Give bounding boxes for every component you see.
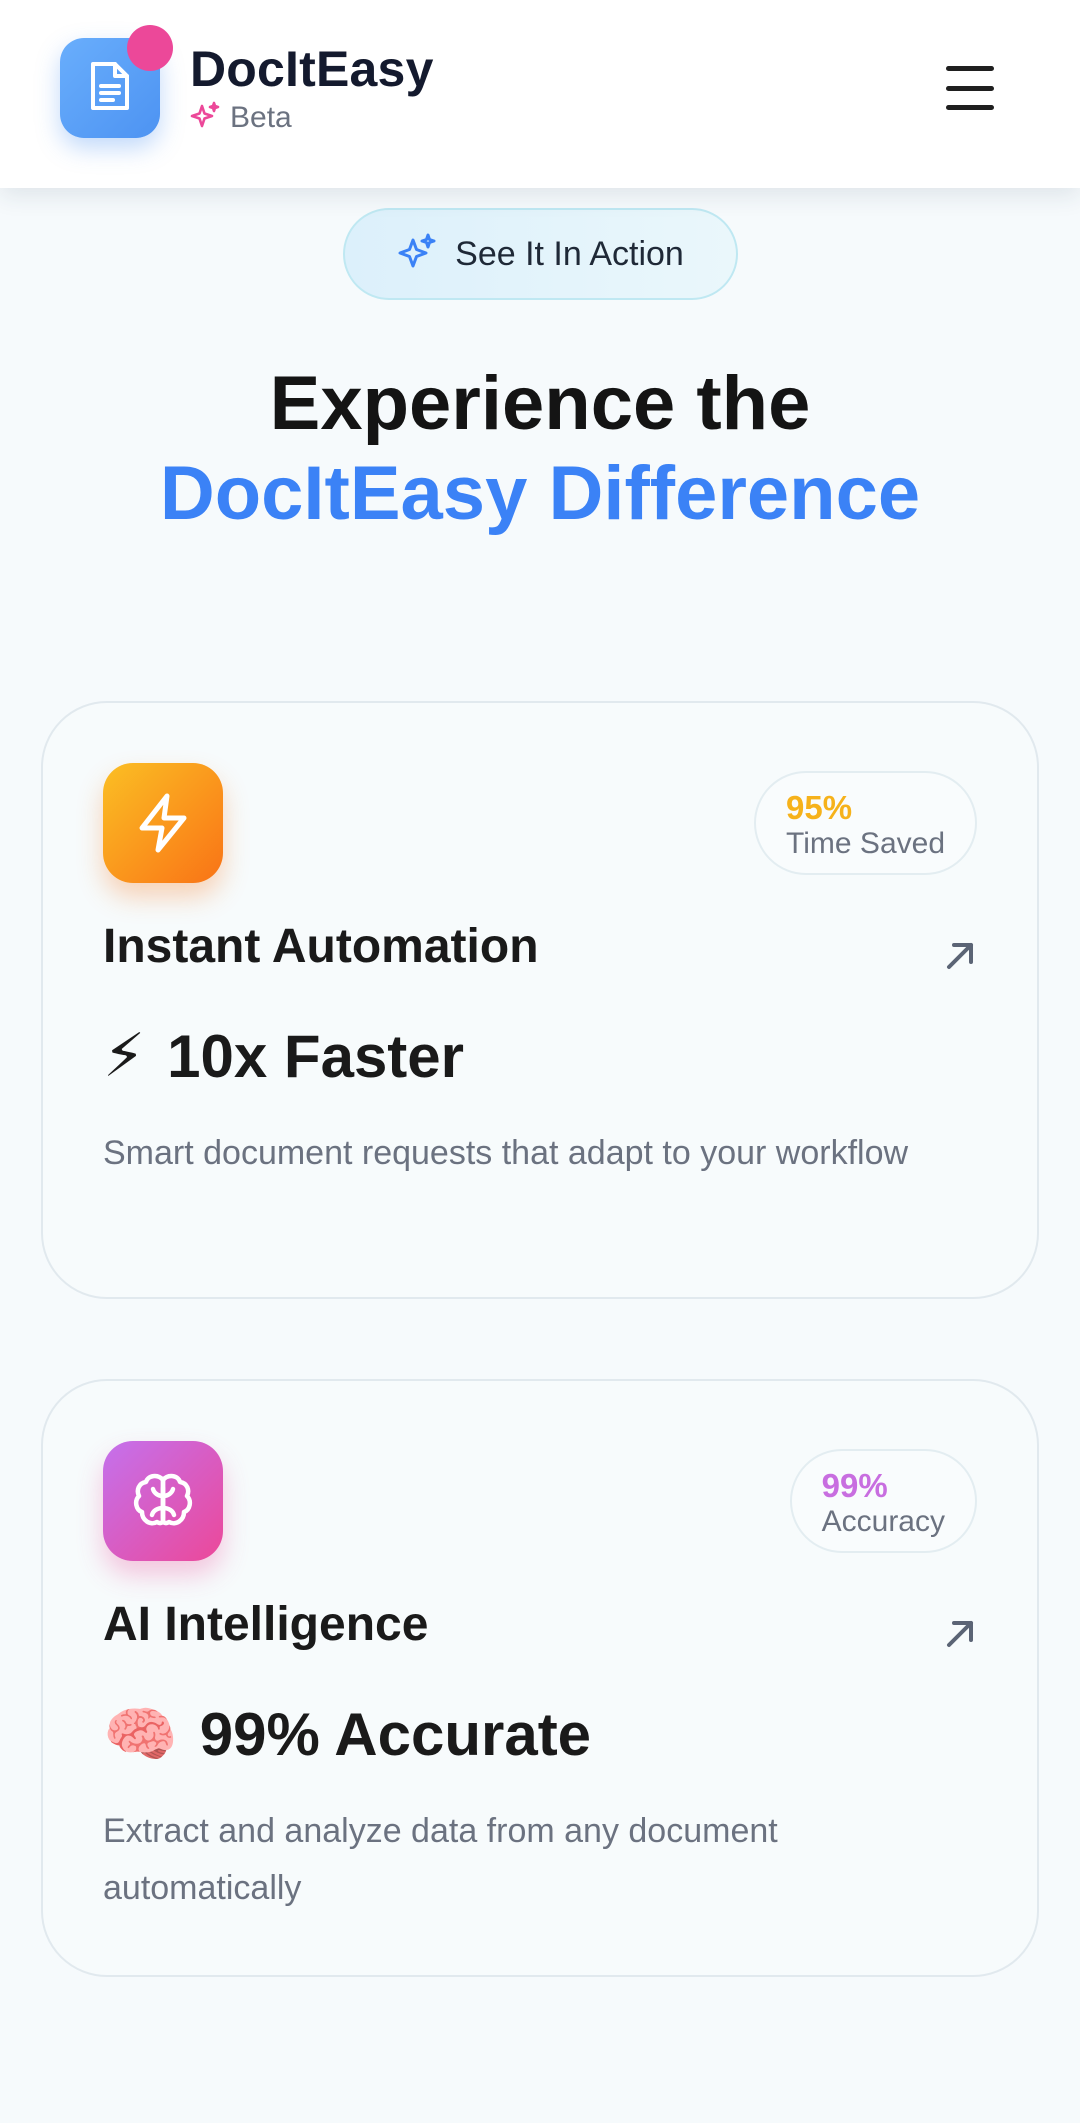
- beta-label: Beta: [230, 101, 292, 134]
- brain-emoji-icon: 🧠: [103, 1701, 178, 1768]
- badge-value: 99%: [821, 1467, 888, 1504]
- arrow-up-right-icon[interactable]: [943, 1617, 977, 1651]
- accuracy-badge: 99% Accuracy: [789, 1449, 977, 1553]
- badge-value: 95%: [786, 789, 853, 826]
- arrow-up-right-icon[interactable]: [943, 939, 977, 973]
- sparkles-icon: [397, 232, 437, 277]
- sparkles-icon: [190, 101, 220, 136]
- badge-label: Time Saved: [786, 827, 945, 860]
- beta-tag: Beta: [190, 100, 292, 136]
- brain-icon: [103, 1441, 223, 1561]
- hero-title-highlight: DocItEasy Difference: [159, 451, 921, 536]
- hamburger-menu-icon[interactable]: [940, 60, 1000, 116]
- notification-dot: [127, 25, 173, 71]
- see-it-in-action-button[interactable]: See It In Action: [343, 208, 738, 300]
- feature-metric: ⚡ 10x Faster: [103, 1021, 464, 1091]
- badge-label: Accuracy: [821, 1505, 945, 1538]
- feature-title: Instant Automation: [103, 920, 539, 973]
- lightning-emoji-icon: ⚡: [103, 1022, 146, 1089]
- app-header: DocItEasy Beta: [0, 0, 1080, 188]
- feature-card-automation[interactable]: 95% Time Saved Instant Automation ⚡ 10x …: [41, 701, 1039, 1299]
- feature-description: Extract and analyze data from any docume…: [103, 1812, 778, 1907]
- metric-text: 10x Faster: [167, 1022, 465, 1090]
- pill-label: See It In Action: [455, 234, 684, 273]
- time-saved-badge: 95% Time Saved: [754, 771, 977, 875]
- feature-description: Smart document requests that adapt to yo…: [103, 1134, 909, 1172]
- hero-title-line1: Experience the: [269, 361, 811, 446]
- feature-metric: 🧠 99% Accurate: [103, 1699, 591, 1770]
- metric-text: 99% Accurate: [199, 1701, 592, 1768]
- document-icon: [87, 60, 133, 117]
- feature-card-ai[interactable]: 99% Accuracy AI Intelligence 🧠 99% Accur…: [41, 1379, 1039, 1977]
- lightning-bolt-icon: [103, 763, 223, 883]
- feature-title: AI Intelligence: [103, 1598, 429, 1651]
- brand-name: DocItEasy: [190, 41, 434, 97]
